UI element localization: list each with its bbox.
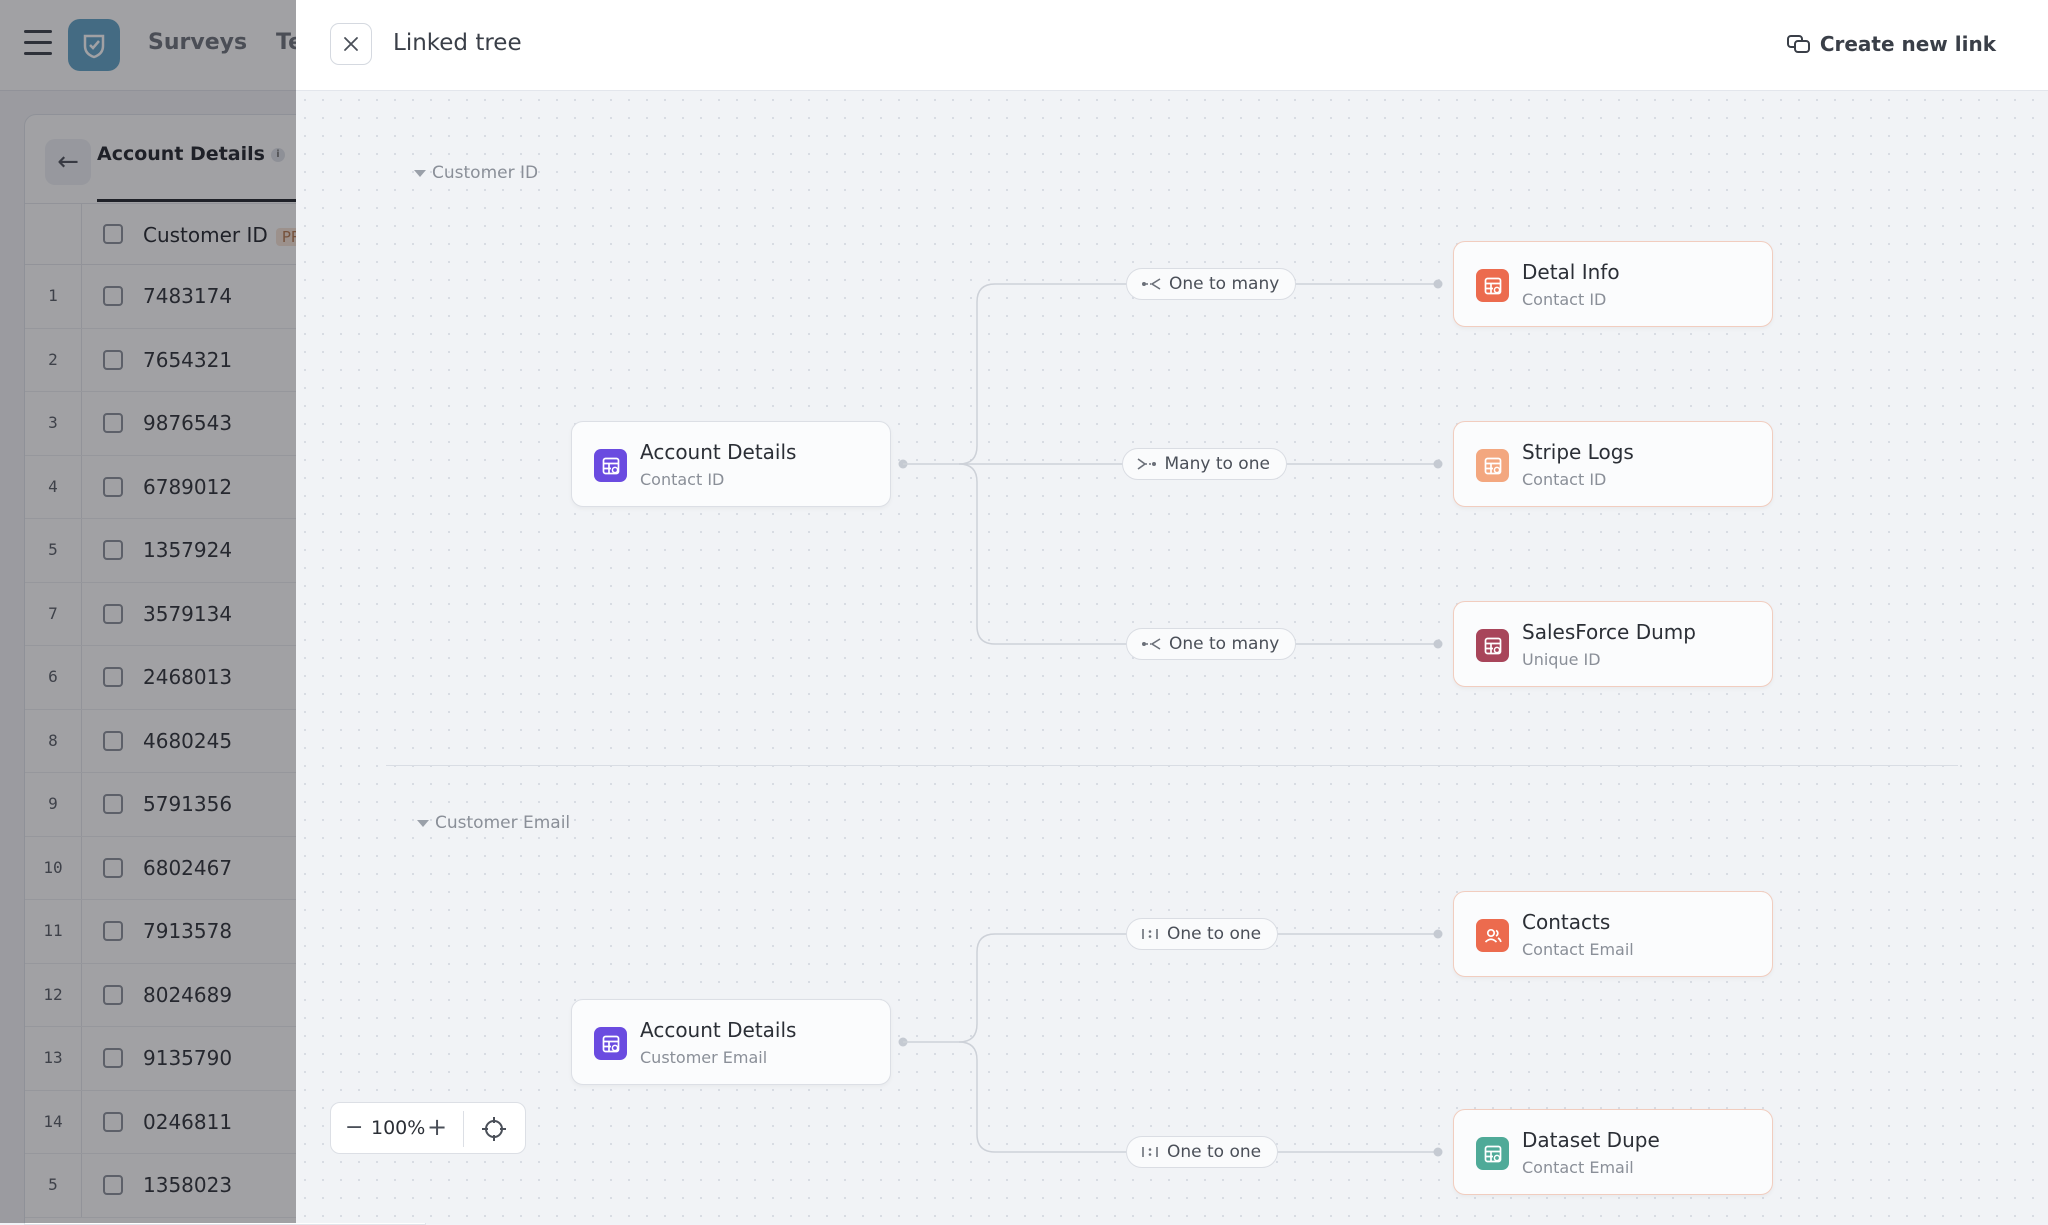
node-title: Stripe Logs <box>1522 440 1634 464</box>
create-new-link-button[interactable]: Create new link <box>1786 32 1996 56</box>
node-title: Detal Info <box>1522 260 1620 284</box>
zoom-out-button[interactable]: − <box>345 1115 363 1140</box>
target-node[interactable]: Detal Info Contact ID <box>1453 241 1773 327</box>
node-title: Dataset Dupe <box>1522 1128 1660 1152</box>
relationship-pill[interactable]: One to many <box>1126 268 1297 300</box>
relationship-pill[interactable]: One to one <box>1126 918 1279 950</box>
one-to-many-icon <box>1141 637 1161 651</box>
node-field: Customer Email <box>640 1048 768 1067</box>
relationship-pill[interactable]: Many to one <box>1121 448 1287 480</box>
section-label: Customer ID <box>432 163 539 183</box>
table-icon <box>594 1027 627 1060</box>
node-title: Account Details <box>640 440 797 464</box>
one-to-one-icon <box>1141 1145 1159 1159</box>
node-title: SalesForce Dump <box>1522 620 1696 644</box>
relationship-pill[interactable]: One to many <box>1126 628 1297 660</box>
source-node-account-details[interactable]: Account Details Contact ID <box>571 421 891 507</box>
divider <box>463 1111 464 1147</box>
relationship-pill[interactable]: One to one <box>1126 1136 1279 1168</box>
table-icon <box>1476 269 1509 302</box>
zoom-controls: − 100% + <box>330 1102 526 1154</box>
crosshair-icon <box>482 1117 506 1141</box>
node-field: Contact ID <box>1522 290 1607 309</box>
target-node[interactable]: Dataset Dupe Contact Email <box>1453 1109 1773 1195</box>
node-field: Contact ID <box>1522 470 1607 489</box>
section-divider <box>386 765 1958 766</box>
target-node[interactable]: Stripe Logs Contact ID <box>1453 421 1773 507</box>
relationship-label: One to one <box>1167 924 1262 944</box>
caret-down-icon <box>417 819 429 827</box>
relationship-label: One to many <box>1169 274 1280 294</box>
tree-canvas[interactable]: Customer ID Customer Email Account Detai… <box>296 91 2048 1223</box>
table-icon <box>1476 449 1509 482</box>
one-to-one-icon <box>1141 927 1159 941</box>
linked-tree-modal: Linked tree Create new link Customer ID … <box>296 0 2048 1223</box>
create-new-link-label: Create new link <box>1819 32 1996 56</box>
relationship-label: One to many <box>1169 634 1280 654</box>
relationship-label: One to one <box>1167 1142 1262 1162</box>
close-icon <box>344 37 358 51</box>
table-icon <box>1476 629 1509 662</box>
node-title: Contacts <box>1522 910 1611 934</box>
source-node-account-details[interactable]: Account Details Customer Email <box>571 999 891 1085</box>
node-field: Unique ID <box>1522 650 1601 669</box>
table-icon <box>1476 1137 1509 1170</box>
section-toggle-customer-id[interactable]: Customer ID <box>414 163 538 183</box>
recenter-button[interactable] <box>481 1116 507 1146</box>
target-node[interactable]: SalesForce Dump Unique ID <box>1453 601 1773 687</box>
section-toggle-customer-email[interactable]: Customer Email <box>417 813 570 833</box>
node-title: Account Details <box>640 1018 797 1042</box>
many-to-one-icon <box>1137 457 1157 471</box>
modal-header: Linked tree Create new link <box>296 0 2048 91</box>
zoom-level: 100% <box>371 1117 426 1139</box>
table-icon <box>594 449 627 482</box>
users-icon <box>1476 919 1509 952</box>
target-node[interactable]: Contacts Contact Email <box>1453 891 1773 977</box>
node-field: Contact Email <box>1522 1158 1634 1177</box>
link-icon <box>1786 35 1810 53</box>
node-field: Contact Email <box>1522 940 1634 959</box>
relationship-label: Many to one <box>1164 454 1270 474</box>
zoom-in-button[interactable]: + <box>427 1113 447 1141</box>
caret-down-icon <box>414 169 426 177</box>
close-button[interactable] <box>330 23 372 65</box>
modal-title: Linked tree <box>393 30 522 56</box>
section-label: Customer Email <box>435 813 571 833</box>
node-field: Contact ID <box>640 470 725 489</box>
one-to-many-icon <box>1141 277 1161 291</box>
